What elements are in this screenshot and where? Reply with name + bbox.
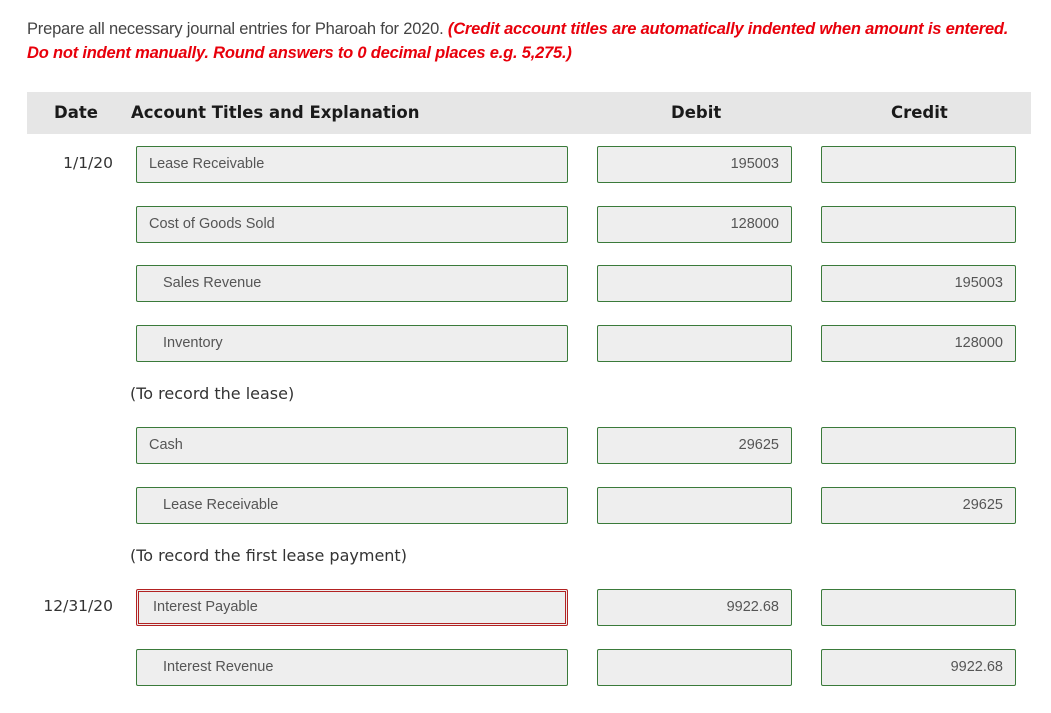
account-title-input[interactable]: Cost of Goods Sold [136,206,568,243]
credit-input[interactable] [821,206,1016,243]
entry-explanation: (To record the first lease payment) [130,546,407,565]
journal-row: Interest Revenue 9922.68 [0,649,1051,686]
account-title-input[interactable]: Inventory [136,325,568,362]
account-title-input-incorrect[interactable]: Interest Payable [136,589,568,626]
account-title-input[interactable]: Sales Revenue [136,265,568,302]
journal-row: 1/1/20 Lease Receivable 195003 [0,146,1051,183]
header-date: Date [54,103,98,122]
credit-input[interactable]: 128000 [821,325,1016,362]
entry-date: 1/1/20 [63,154,113,172]
credit-input[interactable] [821,146,1016,183]
debit-input[interactable] [597,265,792,302]
debit-input[interactable]: 9922.68 [597,589,792,626]
credit-input[interactable]: 29625 [821,487,1016,524]
credit-input[interactable]: 9922.68 [821,649,1016,686]
credit-input[interactable] [821,427,1016,464]
journal-row: Cost of Goods Sold 128000 [0,206,1051,243]
header-account: Account Titles and Explanation [131,103,420,122]
header-credit: Credit [891,103,948,122]
instructions-note-line2: Do not indent manually. Round answers to… [27,44,572,62]
instructions-note-line1: (Credit account titles are automatically… [447,20,1009,38]
header-debit: Debit [671,103,722,122]
journal-row: Cash 29625 [0,427,1051,464]
credit-input[interactable] [821,589,1016,626]
debit-input[interactable] [597,649,792,686]
entry-date: 12/31/20 [43,597,113,615]
instructions-text: Prepare all necessary journal entries fo… [27,20,444,38]
journal-row: Inventory 128000 [0,325,1051,362]
debit-input[interactable]: 128000 [597,206,792,243]
account-title-input[interactable]: Cash [136,427,568,464]
debit-input[interactable] [597,325,792,362]
account-title-input[interactable]: Lease Receivable [136,146,568,183]
journal-row: Lease Receivable 29625 [0,487,1051,524]
debit-input[interactable]: 29625 [597,427,792,464]
instructions: Prepare all necessary journal entries fo… [27,17,1037,65]
entry-explanation: (To record the lease) [130,384,295,403]
account-title-input[interactable]: Lease Receivable [136,487,568,524]
journal-table-header: Date Account Titles and Explanation Debi… [27,92,1031,134]
debit-input[interactable] [597,487,792,524]
debit-input[interactable]: 195003 [597,146,792,183]
account-title-input[interactable]: Interest Revenue [136,649,568,686]
credit-input[interactable]: 195003 [821,265,1016,302]
journal-row: Sales Revenue 195003 [0,265,1051,302]
journal-row: 12/31/20 Interest Payable 9922.68 [0,589,1051,626]
